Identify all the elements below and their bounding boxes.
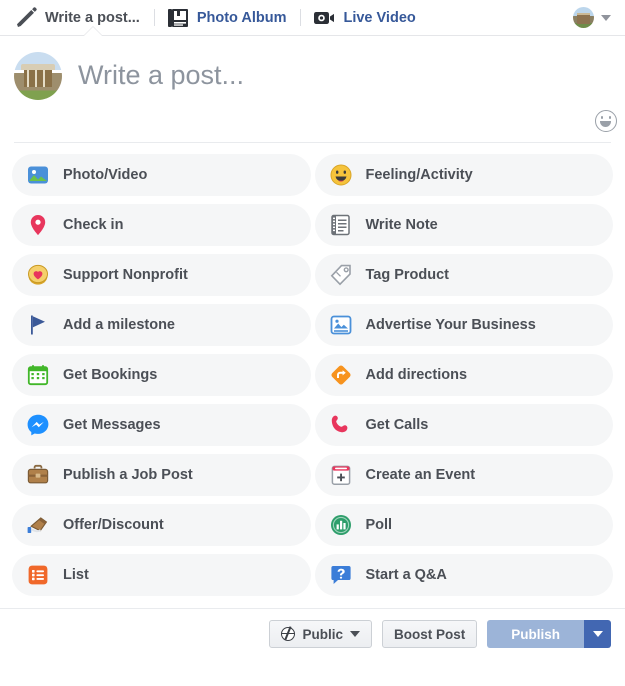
live-video-icon (314, 11, 335, 24)
poll-icon (330, 515, 351, 535)
option-write-note[interactable]: Write Note (314, 204, 613, 246)
photo-album-icon (167, 8, 188, 27)
option-tag-product[interactable]: Tag Product (314, 254, 613, 296)
option-get-bookings[interactable]: Get Bookings (12, 354, 311, 396)
photo-video-icon (28, 166, 48, 184)
option-offer-discount[interactable]: Offer/Discount (12, 504, 311, 546)
tab-divider (153, 9, 155, 26)
option-get-messages[interactable]: Get Messages (12, 404, 311, 446)
emoji-smiley-icon[interactable] (595, 110, 617, 132)
option-label: Write Note (365, 217, 438, 233)
avatar-detail (24, 70, 52, 87)
emoji-mouth (600, 120, 611, 127)
option-poll[interactable]: Poll (314, 504, 613, 546)
option-start-qa[interactable]: Start a Q&A (314, 554, 613, 596)
option-feeling-activity[interactable]: Feeling/Activity (314, 154, 613, 196)
privacy-label: Public (302, 626, 343, 642)
briefcase-icon (27, 464, 49, 484)
option-check-in[interactable]: Check in (12, 204, 311, 246)
publish-dropdown-button[interactable] (584, 620, 611, 648)
option-label: Check in (63, 217, 124, 233)
phone-call-icon (331, 415, 347, 433)
milestone-flag-icon (31, 315, 45, 335)
list-icon (28, 565, 48, 585)
tab-label: Write a post... (45, 9, 140, 26)
option-list[interactable]: List (12, 554, 311, 596)
post-placeholder: Write a post... (78, 60, 245, 90)
globe-icon (280, 627, 296, 641)
composer-footer: Public Boost Post Publish (0, 609, 625, 659)
publish-button-group: Publish (487, 620, 611, 648)
support-nonprofit-icon (28, 264, 48, 285)
option-create-event[interactable]: Create an Event (314, 454, 613, 496)
account-controls (573, 7, 615, 28)
option-advertise-business[interactable]: Advertise Your Business (314, 304, 613, 346)
emoji-eye (601, 116, 604, 119)
option-label: Start a Q&A (365, 567, 447, 583)
qa-bubble-icon (330, 566, 351, 584)
get-bookings-icon (27, 365, 49, 386)
chevron-down-icon (592, 631, 603, 637)
page-avatar (14, 52, 62, 100)
offer-discount-icon (27, 517, 48, 533)
option-label: Create an Event (365, 467, 476, 483)
pencil-icon (17, 6, 37, 27)
composer-tabbar: Write a post... Photo Album Live Video (0, 0, 625, 36)
tag-product-icon (330, 264, 351, 286)
option-label: Poll (365, 517, 393, 533)
write-note-icon (330, 214, 350, 236)
tab-photo-album[interactable]: Photo Album (164, 1, 298, 35)
composer-area: Write a post... (0, 36, 625, 100)
check-in-pin-icon (30, 215, 46, 235)
tab-divider (300, 9, 302, 26)
option-support-nonprofit[interactable]: Support Nonprofit (12, 254, 311, 296)
active-tab-pointer (84, 27, 102, 36)
option-label: Advertise Your Business (365, 317, 536, 333)
create-event-icon (331, 465, 350, 485)
option-label: Photo/Video (63, 167, 148, 183)
post-options-grid: Photo/Video Feeling/Activity Check in Wr… (0, 143, 625, 600)
option-label: Publish a Job Post (63, 467, 193, 483)
privacy-selector-button[interactable]: Public (269, 620, 372, 648)
tab-write-a-post[interactable]: Write a post... (12, 1, 151, 35)
chevron-down-icon[interactable] (601, 14, 611, 21)
option-add-milestone[interactable]: Add a milestone (12, 304, 311, 346)
option-label: Get Calls (365, 417, 429, 433)
option-get-calls[interactable]: Get Calls (314, 404, 613, 446)
chevron-down-icon (349, 631, 360, 637)
tab-live-video[interactable]: Live Video (310, 1, 426, 35)
option-label: Support Nonprofit (63, 267, 188, 283)
option-publish-job-post[interactable]: Publish a Job Post (12, 454, 311, 496)
option-label: Add a milestone (63, 317, 175, 333)
option-label: Offer/Discount (63, 517, 164, 533)
add-directions-icon (330, 365, 351, 385)
post-text-area[interactable]: Write a post... (78, 52, 611, 100)
boost-post-label: Boost Post (393, 626, 466, 642)
advertise-icon (330, 315, 351, 335)
option-label: Tag Product (365, 267, 450, 283)
option-label: Add directions (365, 367, 468, 383)
feeling-activity-icon (330, 164, 351, 186)
tab-list: Write a post... Photo Album Live Video (12, 1, 427, 35)
option-label: List (63, 567, 89, 583)
option-label: Get Bookings (63, 367, 158, 383)
option-add-directions[interactable]: Add directions (314, 354, 613, 396)
composer-tools (0, 100, 625, 142)
user-avatar[interactable] (573, 7, 594, 28)
tab-label: Photo Album (196, 9, 287, 26)
boost-post-button[interactable]: Boost Post (381, 620, 478, 648)
emoji-eye (608, 116, 611, 119)
tab-label: Live Video (343, 9, 416, 26)
option-label: Feeling/Activity (365, 167, 473, 183)
option-photo-video[interactable]: Photo/Video (12, 154, 311, 196)
publish-button[interactable]: Publish (487, 620, 584, 648)
messenger-icon (27, 414, 49, 436)
option-label: Get Messages (63, 417, 161, 433)
